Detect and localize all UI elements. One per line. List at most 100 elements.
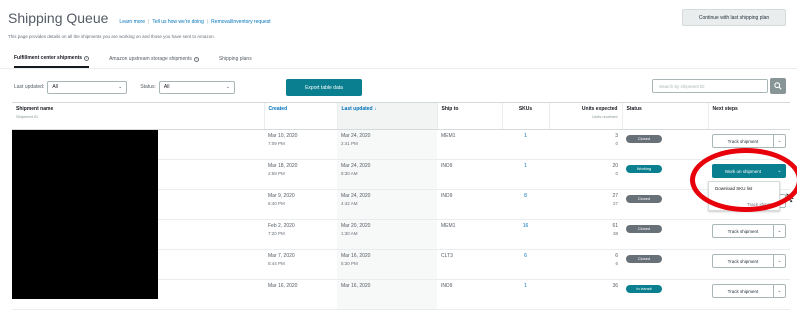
- removal-request-link[interactable]: Removal/inventory request: [211, 19, 270, 25]
- units-received: 0: [615, 171, 618, 176]
- export-table-data-button[interactable]: Export table data: [286, 79, 362, 96]
- next-steps-cell: Track shipment⌄: [708, 129, 790, 160]
- tab-upstream-storage-shipments[interactable]: Amazon upstream storage shipments i: [109, 55, 199, 68]
- chevron-down-icon: ⌄: [225, 84, 230, 90]
- work-on-shipment-button[interactable]: Work on shipment: [712, 164, 774, 178]
- feedback-link[interactable]: Tell us how we're doing: [152, 19, 204, 25]
- status-cell: Closed: [622, 189, 708, 220]
- next-step-split-button: Track shipment⌄: [712, 284, 786, 298]
- tab-shipping-plans[interactable]: Shipping plans: [219, 55, 252, 68]
- created-date: Feb 2, 2020: [268, 223, 295, 229]
- track-shipment-button[interactable]: Track shipment: [712, 284, 774, 298]
- created-cell: Mar 10, 2020 7:09 PM: [264, 129, 337, 160]
- search-icon: [774, 82, 782, 90]
- tab-fulfillment-center-shipments[interactable]: Fulfillment center shipments i: [14, 55, 90, 68]
- track-shipment-button[interactable]: Track shipment: [712, 254, 774, 268]
- next-steps-cell: Track shipment⌄: [708, 249, 790, 280]
- updated-time: 8:30 AM: [341, 171, 358, 176]
- column-header-units: Units expected Units received: [548, 102, 622, 130]
- updated-date: Mar 24, 2020: [341, 133, 371, 139]
- column-header-created[interactable]: Created: [263, 102, 337, 130]
- header-sublabel: Units received: [592, 114, 618, 119]
- status-select[interactable]: All ⌄: [158, 80, 235, 94]
- updated-date: Mar 16, 2020: [341, 253, 371, 259]
- search-button[interactable]: [770, 78, 786, 94]
- divider: |: [148, 19, 150, 25]
- page-description: This page provides details on all the sh…: [8, 34, 215, 39]
- skus-cell: 1: [502, 129, 549, 160]
- units-expected: 61: [612, 223, 618, 229]
- chevron-down-icon: ⌄: [777, 228, 782, 234]
- menu-item-track-shipment[interactable]: Track shipment: [747, 202, 778, 207]
- updated-date: Mar 20, 2020: [341, 223, 371, 229]
- search-input[interactable]: Search by shipment ID: [652, 79, 768, 93]
- column-header-last-updated[interactable]: Last updated ↓: [336, 102, 437, 130]
- last-updated-cell: Mar 20, 2020 1:30 AM: [337, 219, 437, 250]
- status-cell: In transit: [622, 279, 708, 310]
- skus-link[interactable]: 1: [524, 163, 527, 169]
- skus-link[interactable]: 1: [524, 133, 527, 139]
- header-label: Status: [626, 106, 642, 112]
- skus-link[interactable]: 1: [524, 283, 527, 289]
- next-step-split-button: Track shipment⌄: [712, 254, 786, 268]
- next-step-dropdown-toggle[interactable]: ⌄: [773, 254, 786, 268]
- column-header-ship-to: Ship to: [436, 102, 502, 130]
- header-label: SKUs: [518, 106, 533, 112]
- menu-item-download-sku-list[interactable]: Download SKU list: [709, 182, 779, 195]
- created-cell: Feb 2, 2020 7:20 PM: [264, 219, 337, 250]
- created-time: 2:59 PM: [268, 171, 285, 176]
- next-steps-dropdown-menu: Download SKU list Track shipment: [708, 181, 780, 211]
- skus-link[interactable]: 6: [524, 253, 527, 259]
- created-cell: Mar 7, 2020 5:44 PM: [264, 249, 337, 280]
- redacted-shipment-names: [12, 130, 158, 299]
- created-cell: Mar 16, 2020: [264, 279, 337, 310]
- units-received: 0: [615, 141, 618, 146]
- status-badge: Working: [626, 165, 662, 173]
- last-updated-value: All: [52, 84, 58, 90]
- units-received: 6: [615, 261, 618, 266]
- info-icon[interactable]: i: [84, 55, 90, 61]
- header-label: Next steps: [712, 106, 738, 112]
- next-step-split-button: Track shipment⌄: [712, 134, 786, 148]
- updated-date: Mar 24, 2020: [341, 193, 371, 199]
- header-label: Shipment name: [16, 106, 54, 112]
- learn-more-link[interactable]: Learn more: [119, 19, 145, 25]
- track-shipment-button[interactable]: Track shipment: [712, 134, 774, 148]
- created-time: 7:20 PM: [268, 231, 285, 236]
- skus-cell: 8: [502, 189, 549, 220]
- last-updated-select[interactable]: All ⌄: [47, 80, 128, 94]
- table-header-row: Shipment name Shipment ID Created Last up…: [12, 102, 790, 130]
- status-cell: Working: [622, 159, 708, 190]
- next-step-dropdown-toggle[interactable]: ⌄: [773, 224, 786, 238]
- units-expected: 27: [612, 193, 618, 199]
- skus-link[interactable]: 8: [524, 193, 527, 199]
- tab-label: Fulfillment center shipments: [14, 55, 83, 61]
- units-cell: 30: [549, 129, 622, 160]
- next-step-dropdown-toggle[interactable]: ⌄: [773, 164, 786, 178]
- skus-link[interactable]: 16: [523, 223, 529, 229]
- next-step-split-button: Track shipment⌄: [712, 224, 786, 238]
- ship-to-cell: MEM1: [437, 219, 502, 250]
- column-header-status: Status: [621, 102, 708, 130]
- created-time: 6:40 PM: [268, 201, 285, 206]
- next-steps-cell: Track shipment⌄: [708, 279, 790, 310]
- created-cell: Mar 9, 2020 6:40 PM: [264, 189, 337, 220]
- next-step-dropdown-toggle[interactable]: ⌄: [773, 284, 786, 298]
- ship-to-cell: CLT3: [437, 249, 502, 280]
- shipment-tabs: Fulfillment center shipments i Amazon up…: [14, 55, 272, 68]
- track-shipment-button[interactable]: Track shipment: [712, 224, 774, 238]
- sort-arrow-icon: ↓: [374, 106, 377, 112]
- last-updated-label: Last updated:: [14, 84, 45, 90]
- page-title: Shipping Queue: [8, 10, 109, 26]
- continue-shipping-plan-button[interactable]: Continue with last shipping plan: [682, 9, 786, 26]
- ship-to-cell: IND9: [437, 159, 502, 190]
- units-expected: 6: [615, 253, 618, 259]
- status-cell: Closed: [622, 249, 708, 280]
- chevron-down-icon: ⌄: [777, 168, 782, 174]
- filter-bar: Last updated: All ⌄ Status: All ⌄: [14, 80, 235, 94]
- ship-to-cell: IND9: [437, 279, 502, 310]
- mouse-cursor-icon: [786, 193, 794, 203]
- next-step-dropdown-toggle[interactable]: ⌄: [773, 134, 786, 148]
- status-cell: Closed: [622, 219, 708, 250]
- info-icon[interactable]: i: [193, 56, 199, 62]
